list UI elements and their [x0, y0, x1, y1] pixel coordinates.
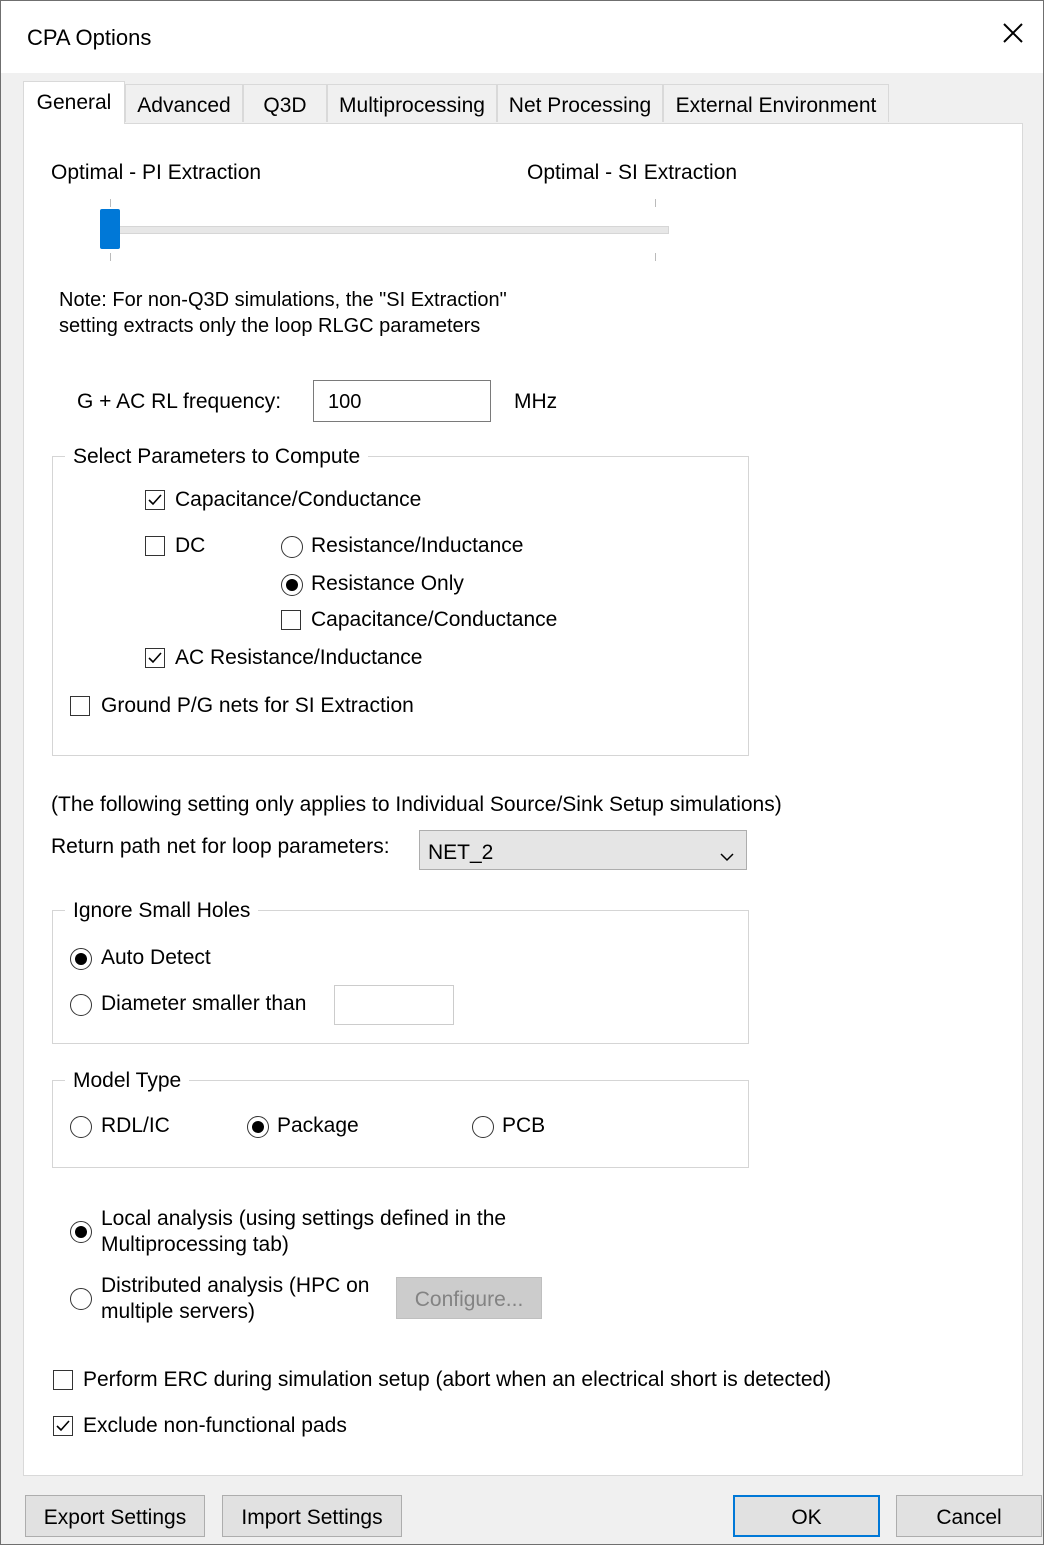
tab-multiprocessing[interactable]: Multiprocessing: [327, 84, 497, 122]
ok-button[interactable]: OK: [733, 1495, 880, 1537]
model-type-group-title: Model Type: [65, 1069, 190, 1093]
frequency-unit: MHz: [514, 390, 558, 413]
frequency-label: G + AC RL frequency:: [77, 390, 282, 413]
individual-setup-note: (The following setting only applies to I…: [51, 793, 782, 816]
cpa-options-dialog: CPA Options General Advanced Q3D Multipr…: [0, 0, 1044, 1545]
rdl-ic-label: RDL/IC: [101, 1114, 170, 1137]
pcb-radio[interactable]: [472, 1116, 494, 1138]
configure-button[interactable]: Configure...: [396, 1277, 542, 1319]
local-analysis-radio[interactable]: [70, 1221, 92, 1243]
distributed-analysis-radio[interactable]: [70, 1288, 92, 1310]
return-path-select[interactable]: NET_2: [419, 830, 747, 870]
distributed-analysis-line-2: multiple servers): [101, 1300, 256, 1323]
ac-res-ind-checkbox[interactable]: [145, 648, 165, 668]
dc-res-ind-label: Resistance/Inductance: [311, 534, 524, 557]
slider-tick-right-top: [655, 199, 656, 207]
distributed-analysis-line-1: Distributed analysis (HPC on: [101, 1274, 370, 1297]
exclude-pads-label: Exclude non-functional pads: [83, 1414, 347, 1437]
dc-res-ind-radio[interactable]: [281, 536, 303, 558]
tab-advanced[interactable]: Advanced: [125, 84, 243, 122]
local-analysis-line-2: Multiprocessing tab): [101, 1233, 289, 1256]
params-group-title: Select Parameters to Compute: [65, 445, 369, 469]
dc-cap-cond-label: Capacitance/Conductance: [311, 608, 558, 631]
holes-group-title: Ignore Small Holes: [65, 899, 259, 923]
cap-cond-checkbox[interactable]: [145, 490, 165, 510]
return-path-label: Return path net for loop parameters:: [51, 835, 390, 858]
slider-right-label: Optimal - SI Extraction: [527, 161, 738, 184]
tab-general[interactable]: General: [23, 81, 125, 124]
auto-detect-radio[interactable]: [70, 948, 92, 970]
dc-cap-cond-checkbox[interactable]: [281, 610, 301, 630]
dc-checkbox[interactable]: [145, 536, 165, 556]
package-label: Package: [277, 1114, 359, 1137]
exclude-pads-checkbox[interactable]: [53, 1416, 73, 1436]
slider-track: [111, 226, 669, 234]
slider-tick-left-bottom: [110, 253, 111, 261]
slider-tick-right-bottom: [655, 253, 656, 261]
auto-detect-label: Auto Detect: [101, 946, 211, 969]
ground-pg-label: Ground P/G nets for SI Extraction: [101, 694, 414, 717]
diameter-input[interactable]: [334, 985, 454, 1025]
slider-left-label: Optimal - PI Extraction: [51, 161, 262, 184]
title-bar: CPA Options: [1, 1, 1043, 73]
cap-cond-label: Capacitance/Conductance: [175, 488, 422, 511]
erc-checkbox[interactable]: [53, 1370, 73, 1390]
tab-q3d[interactable]: Q3D: [243, 84, 327, 122]
local-analysis-line-1: Local analysis (using settings defined i…: [101, 1207, 507, 1230]
chevron-down-icon: [720, 844, 734, 868]
import-settings-button[interactable]: Import Settings: [222, 1495, 402, 1537]
extraction-slider[interactable]: [97, 195, 669, 267]
pcb-label: PCB: [502, 1114, 546, 1137]
note-line-2: setting extracts only the loop RLGC para…: [59, 315, 481, 337]
rdl-ic-radio[interactable]: [70, 1116, 92, 1138]
erc-label: Perform ERC during simulation setup (abo…: [83, 1368, 832, 1391]
close-icon[interactable]: [997, 17, 1029, 49]
tab-external-environment[interactable]: External Environment: [663, 84, 889, 122]
cancel-button[interactable]: Cancel: [896, 1495, 1042, 1537]
diameter-radio[interactable]: [70, 994, 92, 1016]
ac-res-ind-label: AC Resistance/Inductance: [175, 646, 423, 669]
window-title: CPA Options: [27, 25, 152, 50]
frequency-input[interactable]: 100: [313, 380, 491, 422]
dc-res-only-label: Resistance Only: [311, 572, 464, 595]
return-path-value: NET_2: [428, 841, 494, 864]
export-settings-button[interactable]: Export Settings: [25, 1495, 205, 1537]
dc-label: DC: [175, 534, 206, 557]
slider-thumb[interactable]: [100, 209, 120, 249]
ground-pg-checkbox[interactable]: [70, 696, 90, 716]
dc-res-only-radio[interactable]: [281, 574, 303, 596]
note-line-1: Note: For non-Q3D simulations, the "SI E…: [59, 289, 507, 311]
diameter-label: Diameter smaller than: [101, 992, 307, 1015]
package-radio[interactable]: [247, 1116, 269, 1138]
tab-net-processing[interactable]: Net Processing: [497, 84, 663, 122]
slider-tick-left-top: [110, 199, 111, 207]
